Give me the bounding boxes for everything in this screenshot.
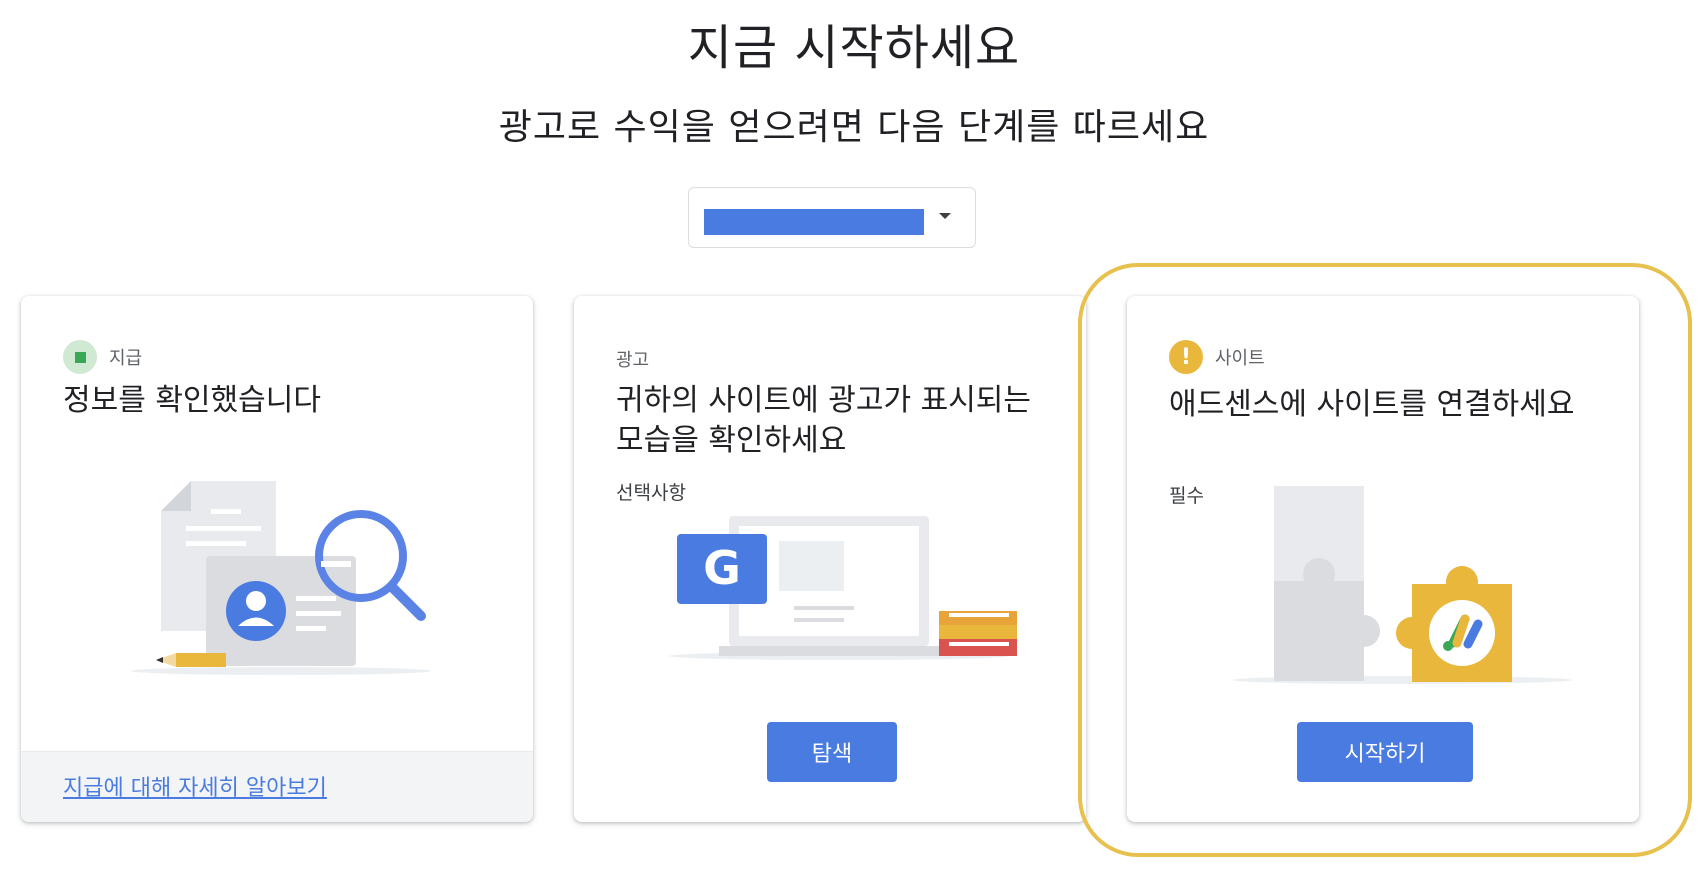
page-subtitle: 광고로 수익을 얻으려면 다음 단계를 따르세요 (498, 107, 1210, 148)
site-selector-dropdown[interactable] (688, 187, 976, 248)
card-heading: 귀하의 사이트에 광고가 표시되는 모습을 확인하세요 (616, 383, 1032, 458)
card-category-label: 광고 (616, 350, 650, 371)
chevron-down-icon (939, 213, 951, 219)
card-heading: 정보를 확인했습니다 (63, 383, 321, 418)
card-category: 지급 (63, 340, 142, 374)
card-footer: 지급에 대해 자세히 알아보기 (21, 751, 533, 822)
card-category: 광고 (616, 346, 649, 372)
card-payments: 지급 정보를 확인했습니다 지급에 대해 자세히 알아보기 (21, 296, 533, 822)
svg-text:G: G (703, 541, 741, 595)
ads-preview-illustration: G (669, 516, 1017, 660)
get-started-button[interactable]: 시작하기 (1297, 722, 1473, 782)
page: 지금 시작하세요 광고로 수익을 얻으려면 다음 단계를 따르세요 지급 정보를… (0, 0, 1708, 878)
card-note: 선택사항 (616, 482, 686, 504)
card-category-label: 지급 (109, 348, 143, 369)
card-site: ! 사이트 애드센스에 사이트를 연결하세요 필수 시작하기 (1127, 296, 1639, 822)
site-selector-value-redacted (704, 209, 924, 235)
learn-more-payments-link[interactable]: 지급에 대해 자세히 알아보기 (63, 770, 327, 802)
card-category-label: 사이트 (1215, 348, 1265, 369)
connect-site-illustration (1232, 486, 1572, 684)
warning-icon: ! (1169, 340, 1203, 374)
payments-illustration (131, 481, 431, 675)
card-category: ! 사이트 (1169, 340, 1265, 374)
card-ads: 광고 귀하의 사이트에 광고가 표시되는 모습을 확인하세요 선택사항 G 탐색 (574, 296, 1086, 822)
card-note: 필수 (1169, 485, 1204, 507)
page-title: 지금 시작하세요 (687, 20, 1021, 76)
status-complete-icon (63, 340, 97, 374)
explore-button[interactable]: 탐색 (767, 722, 897, 782)
card-heading: 애드센스에 사이트를 연결하세요 (1169, 387, 1575, 422)
